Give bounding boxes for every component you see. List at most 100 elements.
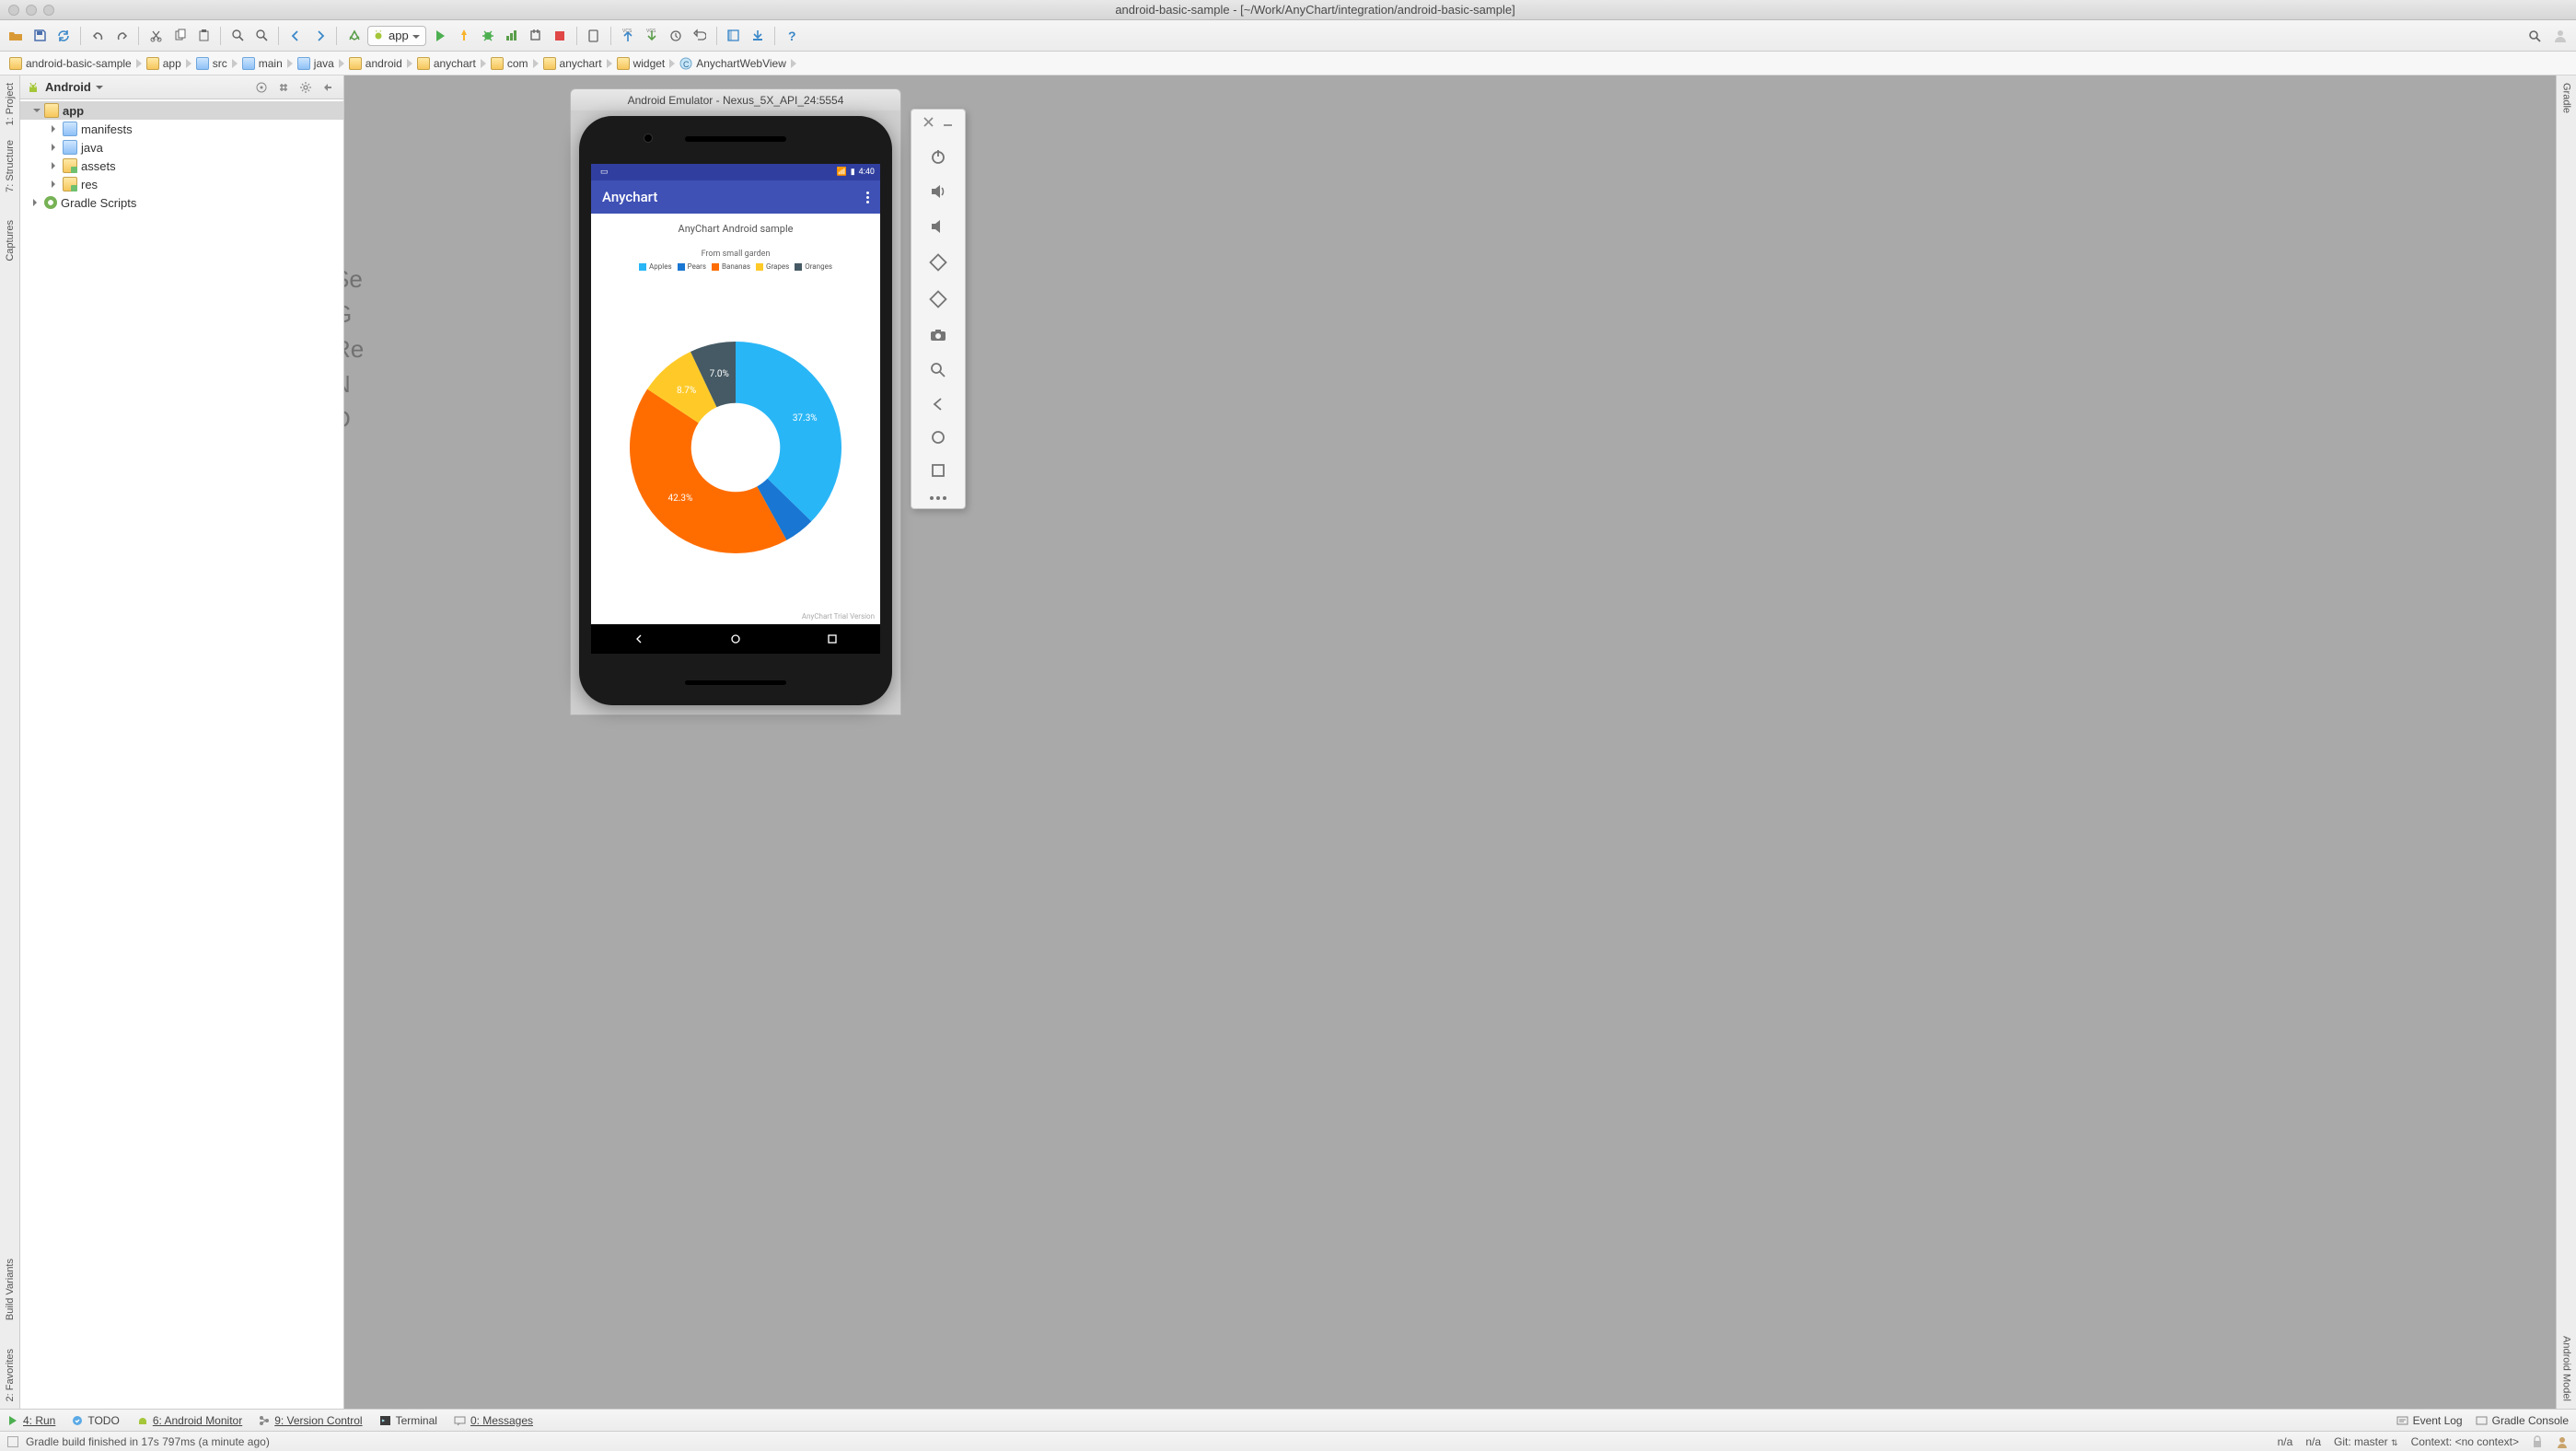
collapse-all-icon[interactable] xyxy=(273,77,294,98)
bottom-android-monitor[interactable]: 6: Android Monitor xyxy=(136,1414,242,1427)
emu-more-icon[interactable] xyxy=(929,495,947,501)
attach-icon[interactable] xyxy=(526,26,546,46)
make-icon[interactable] xyxy=(343,26,364,46)
sdk-icon[interactable] xyxy=(748,26,768,46)
rail-build-variants[interactable]: Build Variants xyxy=(3,1251,17,1328)
run-config-label: app xyxy=(389,29,409,42)
tree-node-assets[interactable]: assets xyxy=(20,157,343,175)
copy-icon[interactable] xyxy=(169,26,190,46)
sync-icon[interactable] xyxy=(53,26,74,46)
chart-title: AnyChart Android sample xyxy=(679,223,794,235)
crumb[interactable]: com xyxy=(487,57,532,70)
scroll-from-source-icon[interactable] xyxy=(251,77,272,98)
rail-captures[interactable]: Captures xyxy=(3,213,17,269)
status-context[interactable]: Context: <no context> xyxy=(2411,1435,2519,1448)
traffic-lights[interactable] xyxy=(0,5,54,16)
tree-node-java[interactable]: java xyxy=(20,138,343,157)
profile-icon[interactable] xyxy=(502,26,522,46)
bottom-messages[interactable]: 0: Messages xyxy=(454,1414,533,1427)
bottom-run[interactable]: 4: Run xyxy=(7,1414,55,1427)
emu-power-icon[interactable] xyxy=(929,147,947,166)
emu-screenshot-icon[interactable] xyxy=(929,326,947,344)
project-view-selector[interactable]: Android xyxy=(26,80,251,95)
redo-icon[interactable] xyxy=(111,26,132,46)
crumb[interactable]: android xyxy=(345,57,406,70)
crumb[interactable]: android-basic-sample xyxy=(6,57,135,70)
stop-icon[interactable] xyxy=(550,26,570,46)
breadcrumb: android-basic-sample app src main java a… xyxy=(0,52,2576,75)
layout-icon[interactable] xyxy=(724,26,744,46)
status-indicator-icon[interactable] xyxy=(7,1436,18,1447)
vcs-update-icon[interactable]: VCS xyxy=(618,26,638,46)
emu-rotate-left-icon[interactable] xyxy=(928,252,948,273)
emu-vol-down-icon[interactable] xyxy=(929,217,947,236)
status-git[interactable]: Git: master ⇅ xyxy=(2334,1435,2398,1448)
rail-structure[interactable]: 7: Structure xyxy=(3,133,17,200)
tree-node-gradle[interactable]: Gradle Scripts xyxy=(20,193,343,212)
lock-icon[interactable] xyxy=(2532,1435,2543,1448)
avd-icon[interactable] xyxy=(584,26,604,46)
emulator-window: Android Emulator - Nexus_5X_API_24:5554 … xyxy=(570,88,901,715)
crumb[interactable]: CAnychartWebView xyxy=(676,57,790,70)
crumb[interactable]: app xyxy=(143,57,185,70)
user-icon[interactable] xyxy=(2550,26,2570,46)
emu-back-icon[interactable] xyxy=(930,396,946,412)
run-config-selector[interactable]: app xyxy=(367,26,426,46)
save-icon[interactable] xyxy=(29,26,50,46)
bottom-todo[interactable]: TODO xyxy=(72,1414,119,1427)
tree-node-app[interactable]: app xyxy=(20,101,343,120)
emu-zoom-icon[interactable] xyxy=(929,361,947,379)
project-tree[interactable]: app manifests java assets res Gradle Scr… xyxy=(20,99,343,1409)
emu-vol-up-icon[interactable] xyxy=(929,182,947,201)
emu-home-icon[interactable] xyxy=(930,429,946,446)
open-icon[interactable] xyxy=(6,26,26,46)
emu-rotate-right-icon[interactable] xyxy=(928,289,948,309)
crumb[interactable]: main xyxy=(238,57,286,70)
help-icon[interactable]: ? xyxy=(782,26,802,46)
emu-close-icon[interactable] xyxy=(923,117,934,127)
tree-node-res[interactable]: res xyxy=(20,175,343,193)
svg-text:VCS: VCS xyxy=(646,29,656,34)
crumb[interactable]: widget xyxy=(613,57,669,70)
settings-icon[interactable] xyxy=(296,77,316,98)
bottom-event-log[interactable]: Event Log xyxy=(2396,1414,2463,1427)
emu-overview-icon[interactable] xyxy=(930,462,946,479)
tree-node-manifests[interactable]: manifests xyxy=(20,120,343,138)
crumb[interactable]: java xyxy=(294,57,338,70)
zoom-in-icon[interactable] xyxy=(227,26,248,46)
forward-icon[interactable] xyxy=(309,26,330,46)
bottom-terminal[interactable]: Terminal xyxy=(379,1414,437,1427)
apply-changes-icon[interactable] xyxy=(454,26,474,46)
android-navbar[interactable] xyxy=(591,624,880,654)
rail-favorites[interactable]: 2: Favorites xyxy=(3,1341,17,1409)
bottom-vcs[interactable]: 9: Version Control xyxy=(259,1414,362,1427)
zoom-out-icon[interactable] xyxy=(251,26,272,46)
vcs-revert-icon[interactable] xyxy=(690,26,710,46)
undo-icon[interactable] xyxy=(87,26,108,46)
hector-icon[interactable] xyxy=(2556,1435,2569,1448)
debug-icon[interactable] xyxy=(478,26,498,46)
phone-screen[interactable]: ▭ 📶 ▮ 4:40 Anychart AnyChart Android sam… xyxy=(591,164,880,654)
vcs-history-icon[interactable] xyxy=(666,26,686,46)
run-icon[interactable] xyxy=(430,26,450,46)
window-title: android-basic-sample - [~/Work/AnyChart/… xyxy=(54,3,2576,17)
vcs-commit-icon[interactable]: VCS xyxy=(642,26,662,46)
paste-icon[interactable] xyxy=(193,26,214,46)
crumb[interactable]: src xyxy=(192,57,231,70)
legend-item: Apples xyxy=(639,262,672,271)
hide-icon[interactable] xyxy=(318,77,338,98)
emu-minimize-icon[interactable] xyxy=(943,117,953,127)
rail-project[interactable]: 1: Project xyxy=(3,75,17,133)
macos-titlebar: android-basic-sample - [~/Work/AnyChart/… xyxy=(0,0,2576,20)
search-icon[interactable] xyxy=(2524,26,2545,46)
rail-gradle[interactable]: Gradle xyxy=(2559,75,2574,121)
crumb[interactable]: anychart xyxy=(540,57,606,70)
app-bar: Anychart xyxy=(591,180,880,214)
back-icon[interactable] xyxy=(285,26,306,46)
legend-item: Grapes xyxy=(756,262,789,271)
rail-android-model[interactable]: Android Model xyxy=(2559,1329,2574,1409)
overflow-menu-icon[interactable] xyxy=(866,192,869,203)
crumb[interactable]: anychart xyxy=(413,57,480,70)
cut-icon[interactable] xyxy=(145,26,166,46)
bottom-gradle-console[interactable]: Gradle Console xyxy=(2476,1414,2569,1427)
